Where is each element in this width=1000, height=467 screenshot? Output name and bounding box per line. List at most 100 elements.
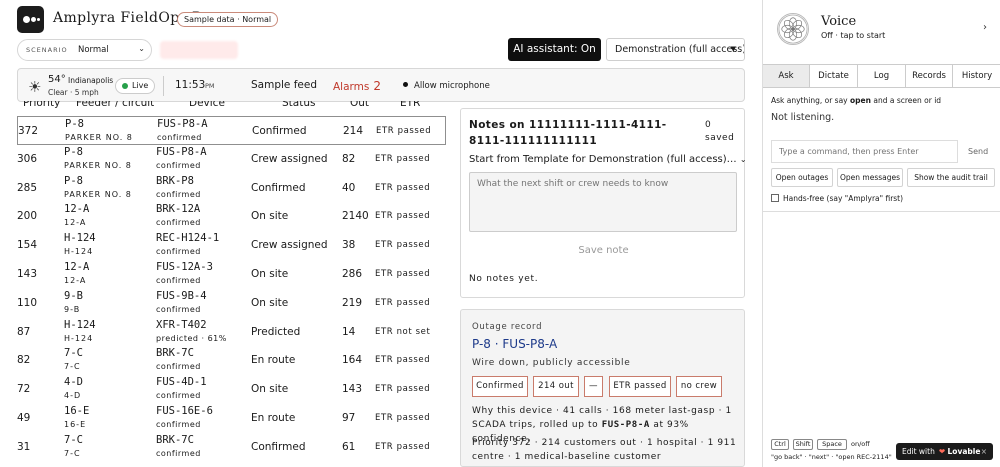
table-row[interactable]: 285 P-8 PARKER NO. 8 BRK-P8 confirmed Confirm… — [17, 174, 446, 203]
row-feeder: P-8 — [65, 118, 84, 130]
close-icon[interactable]: × — [981, 443, 987, 460]
voice-status: Off · tap to start — [821, 31, 886, 40]
row-etr: ETR not set — [375, 326, 431, 337]
show-audit-trail-button[interactable]: Show the audit trail — [907, 168, 995, 187]
row-device-state: confirmed — [156, 218, 201, 228]
scenario-label: SCENARIO — [26, 46, 68, 54]
row-device: XFR-T402 — [156, 318, 207, 331]
divider — [163, 76, 164, 96]
row-feeder: P-8 — [64, 145, 83, 158]
command-input[interactable] — [771, 140, 958, 163]
row-feeder: 16-E — [64, 405, 90, 417]
row-feeder-name: PARKER NO. 8 — [64, 189, 132, 199]
row-priority: 87 — [17, 325, 31, 338]
table-row[interactable]: 143 12-A 12-A FUS-12A-3 confirmed On site 286 E… — [17, 260, 446, 289]
note-textarea[interactable] — [469, 172, 737, 232]
col-etr[interactable]: ETR — [400, 101, 420, 109]
access-mode-value: Demonstration (full access) — [615, 44, 745, 55]
row-device-state: confirmed — [157, 133, 202, 142]
table-row[interactable]: 31 7-C 7-C BRK-7C confirmed Confirmed 61 ETR pa… — [17, 433, 446, 462]
row-device: BRK-12A — [156, 203, 201, 216]
temperature: 54° — [48, 74, 66, 85]
voice-title: Voice — [821, 14, 857, 29]
row-priority: 49 — [17, 412, 31, 424]
edit-with-lovable-badge[interactable]: Edit with ❤ Lovable × — [896, 443, 993, 460]
row-device: BRK-P8 — [156, 174, 194, 187]
tab-history[interactable]: History — [953, 65, 1000, 87]
why-device: FUS-P8-A — [601, 420, 650, 430]
row-feeder-name: H-124 — [64, 247, 94, 257]
clock-time: 11:53 — [175, 79, 206, 91]
template-select[interactable]: Start from Template for Demonstration (f… — [469, 154, 747, 165]
row-status: On site — [251, 296, 289, 309]
row-device: FUS-12A-3 — [156, 261, 213, 273]
col-priority[interactable]: Priority — [23, 101, 60, 109]
table-row[interactable]: 154 H-124 H-124 REC-H124-1 confirmed Crew ass… — [17, 231, 446, 260]
row-out: 61 — [342, 440, 356, 453]
open-outages-button[interactable]: Open outages — [771, 168, 833, 187]
allow-microphone-button[interactable]: Allow microphone — [403, 81, 490, 91]
key-shift: Shift — [793, 439, 813, 450]
table-row[interactable]: 372 P-8 PARKER NO. 8 FUS-P8-A confirmed Confi… — [17, 116, 446, 145]
table-row[interactable]: 49 16-E 16-E FUS-16E-6 confirmed En route 97 ET… — [17, 404, 446, 433]
voice-header[interactable]: Voice Off · tap to start › — [763, 0, 1000, 63]
outage-record-heading: Outage record — [472, 322, 543, 332]
row-etr: ETR passed — [376, 126, 432, 136]
heart-icon: ❤ — [938, 447, 946, 456]
row-etr: ETR passed — [375, 355, 431, 366]
table-row[interactable]: 306 P-8 PARKER NO. 8 FUS-P8-A confirmed Crew … — [17, 145, 446, 174]
row-status: On site — [251, 210, 289, 223]
table-row[interactable]: 82 7-C 7-C BRK-7C confirmed En route 164 ETR pa… — [17, 346, 446, 375]
send-button[interactable]: Send — [968, 147, 988, 156]
col-status[interactable]: Status — [282, 101, 315, 109]
template-label: Start from Template for Demonstration (f… — [469, 154, 737, 165]
row-feeder: 4-D — [64, 376, 83, 389]
tab-dictate[interactable]: Dictate — [810, 65, 858, 87]
voice-panel: Voice Off · tap to start › Ask Dictate L… — [762, 0, 1000, 467]
row-feeder-name: 4-D — [64, 391, 82, 401]
outage-record-title[interactable]: P-8 · FUS-P8-A — [472, 337, 557, 351]
ai-assistant-button[interactable]: AI assistant: On — [508, 38, 601, 61]
table-row[interactable]: 72 4-D 4-D FUS-4D-1 confirmed On site 143 ETR p… — [17, 375, 446, 404]
table-row[interactable]: 200 12-A 12-A BRK-12A confirmed On site 2140 ET… — [17, 202, 446, 231]
row-status: Crew assigned — [251, 239, 328, 252]
scenario-select[interactable]: SCENARIO Normal ⌄ — [17, 39, 152, 61]
row-priority: 285 — [17, 181, 38, 194]
row-feeder: 7-C — [64, 347, 83, 360]
row-out: 214 — [343, 125, 364, 137]
app-logo-icon — [17, 6, 44, 33]
row-etr: ETR passed — [375, 384, 431, 395]
caret-down-icon: ▼ — [730, 45, 736, 53]
row-status: Predicted — [251, 325, 301, 338]
chevron-right-icon: › — [983, 22, 987, 33]
outage-record-subtitle: Wire down, publicly accessible — [472, 358, 631, 368]
tab-records[interactable]: Records — [906, 65, 953, 87]
status-bar: ☀ 54° Indianapolis Clear · 5 mph Live 11… — [17, 68, 745, 102]
tab-ask[interactable]: Ask — [763, 65, 810, 87]
row-status: En route — [251, 412, 296, 424]
no-notes-message: No notes yet. — [469, 274, 539, 284]
row-status: Confirmed — [251, 440, 306, 453]
alarms-indicator[interactable]: Alarms 2 — [333, 79, 381, 93]
notes-card: Notes on 11111111-1111-4111-8111-1111111… — [460, 108, 747, 298]
col-feeder[interactable]: Feeder / circuit — [76, 101, 154, 109]
row-feeder-name: 12-A — [64, 218, 87, 228]
row-device-state: confirmed — [156, 247, 201, 257]
mic-dot-icon — [403, 82, 408, 87]
col-out[interactable]: Out — [350, 101, 369, 109]
col-device[interactable]: Device — [189, 101, 225, 109]
saved-label: saved — [705, 133, 735, 143]
tab-log[interactable]: Log — [858, 65, 906, 87]
table-row[interactable]: 110 9-B 9-B FUS-9B-4 confirmed On site 219 ETR … — [17, 289, 446, 318]
row-out: 14 — [342, 325, 356, 338]
access-mode-select[interactable]: Demonstration (full access) ▼ — [606, 38, 745, 61]
chip-crew: no crew — [676, 376, 722, 397]
row-priority: 372 — [18, 125, 39, 137]
open-messages-button[interactable]: Open messages — [837, 168, 903, 187]
table-row[interactable]: 87 H-124 H-124 XFR-T402 predicted · 61% Predi… — [17, 318, 446, 347]
handsfree-toggle[interactable]: Hands-free (say "Amplyra" first) — [771, 194, 903, 203]
sample-data-badge: Sample data · Normal — [177, 12, 279, 27]
chevron-down-icon: ⌄ — [138, 44, 145, 53]
row-device: BRK-7C — [156, 347, 194, 360]
save-note-button[interactable]: Save note — [461, 245, 746, 256]
